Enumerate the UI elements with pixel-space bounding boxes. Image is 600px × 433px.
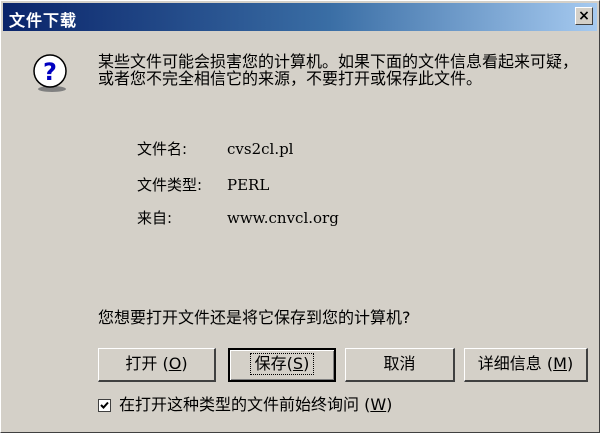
details-button-mnemonic: M xyxy=(553,354,567,373)
save-button-label: 保存 xyxy=(254,354,287,373)
question-glyph: ? xyxy=(43,58,57,86)
file-name-row: 文件名: cvs2cl.pl xyxy=(137,138,293,160)
always-ask-label: 在打开这种类型的文件前始终询问 xyxy=(119,395,360,414)
save-button-mnemonic: S xyxy=(292,354,304,373)
cancel-button[interactable]: 取消 xyxy=(345,348,455,382)
save-button-focus: 保存(S) xyxy=(249,353,315,375)
always-ask-mnemonic: W xyxy=(370,395,387,414)
warning-message: 某些文件可能会损害您的计算机。如果下面的文件信息看起来可疑，或者您不完全相信它的… xyxy=(98,52,579,88)
always-ask-checkbox[interactable] xyxy=(98,399,111,412)
open-button[interactable]: 打开 (O) xyxy=(98,348,216,382)
checkmark-icon xyxy=(100,401,109,409)
file-name-value: cvs2cl.pl xyxy=(227,140,294,158)
always-ask-row[interactable]: 在打开这种类型的文件前始终询问 (W) xyxy=(98,396,392,414)
question-icon: ? xyxy=(31,53,71,97)
open-button-mnemonic: O xyxy=(168,354,182,373)
save-button[interactable]: 保存(S) xyxy=(228,348,336,382)
details-button-label: 详细信息 xyxy=(477,354,542,373)
open-button-label: 打开 xyxy=(125,354,158,373)
close-icon: × xyxy=(578,8,590,24)
file-name-label: 文件名: xyxy=(137,140,188,158)
file-download-dialog: 文件下载 × ? 某些文件可能会损害您的计算机。如果下面的文件信息看起来可疑，或… xyxy=(0,0,600,433)
file-source-row: 来自: www.cnvcl.org xyxy=(137,207,339,229)
file-source-label: 来自: xyxy=(137,209,173,227)
close-button[interactable]: × xyxy=(575,7,593,25)
file-type-label: 文件类型: xyxy=(137,176,203,194)
cancel-button-label: 取消 xyxy=(383,354,416,373)
file-type-row: 文件类型: PERL xyxy=(137,174,269,196)
dialog-title: 文件下载 xyxy=(9,11,78,30)
file-source-value: www.cnvcl.org xyxy=(227,209,339,227)
file-type-value: PERL xyxy=(227,176,270,194)
details-button[interactable]: 详细信息 (M) xyxy=(464,348,588,382)
action-question: 您想要打开文件还是将它保存到您的计算机? xyxy=(98,308,411,327)
title-bar[interactable]: 文件下载 × xyxy=(3,3,597,31)
